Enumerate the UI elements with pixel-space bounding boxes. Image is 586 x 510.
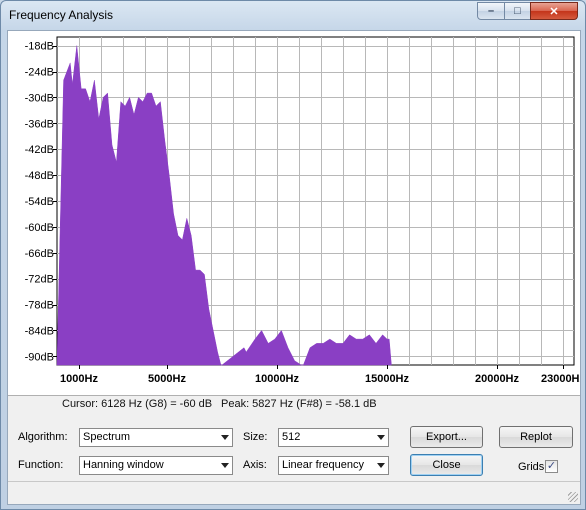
x-axis-tick-label: 5000Hz [148,373,186,385]
frequency-analysis-window: Frequency Analysis – □ ✕ -18dB -24dB -30dB… [0,0,586,510]
axis-label: Axis: [243,459,267,471]
title-bar[interactable]: Frequency Analysis – □ ✕ [1,1,585,31]
size-select[interactable]: 512 [278,428,389,447]
size-label: Size: [243,431,268,443]
function-label: Function: [18,459,64,471]
algorithm-select[interactable]: Spectrum [79,428,233,447]
window-title: Frequency Analysis [9,8,114,22]
y-axis-tick-label: -24dB [25,67,54,79]
axis-select[interactable]: Linear frequency [278,456,389,475]
y-axis-tick-label: -42dB [25,144,54,156]
close-button[interactable]: Close [410,454,483,476]
x-axis-tick-label: 20000Hz [475,373,520,385]
export-button[interactable]: Export... [410,426,483,448]
size-value: 512 [282,431,301,443]
maximize-button[interactable]: □ [504,2,531,20]
peak-readout: Peak: 5827 Hz (F#8) = -58.1 dB [221,398,377,410]
y-axis-tick-label: -78dB [25,300,54,312]
spectrum-plot[interactable]: -18dB -24dB -30dB -36dB -42dB -48dB -54dB -60dB… [8,31,580,395]
grids-checkbox[interactable]: ✓ [545,460,558,473]
minimize-icon: – [487,5,495,17]
function-value: Hanning window [83,459,164,471]
replot-button[interactable]: Replot [499,426,573,448]
algorithm-value: Spectrum [83,431,131,443]
y-axis-tick-label: -48dB [25,170,54,182]
grids-label: Grids [518,461,545,473]
resize-grip-icon[interactable] [568,492,578,502]
y-axis-tick-label: -36dB [25,118,54,130]
chevron-down-icon [221,463,229,468]
function-select[interactable]: Hanning window [79,456,233,475]
y-axis-tick-label: -84dB [25,325,54,337]
maximize-icon: □ [514,5,521,17]
y-axis-tick-label: -90dB [25,351,54,363]
cursor-readout: Cursor: 6128 Hz (G8) = -60 dB [62,398,213,410]
algorithm-label: Algorithm: [18,431,68,443]
axis-value: Linear frequency [282,459,364,471]
chevron-down-icon [221,435,229,440]
chevron-down-icon [377,463,385,468]
close-window-button[interactable]: ✕ [530,2,578,20]
checkmark-icon: ✓ [546,460,557,472]
y-axis-tick-label: -30dB [25,92,54,104]
minimize-button[interactable]: – [477,2,505,20]
chevron-down-icon [377,435,385,440]
y-axis-tick-label: -66dB [25,248,54,260]
x-axis-tick-label: 23000Hz [541,373,580,385]
y-axis-tick-label: -72dB [25,274,54,286]
spectrum-plot-panel[interactable]: -18dB -24dB -30dB -36dB -42dB -48dB -54dB -60dB… [8,31,580,396]
y-axis-tick-label: -60dB [25,222,54,234]
y-axis-tick-label: -54dB [25,196,54,208]
x-axis-tick-label: 1000Hz [60,373,98,385]
y-axis-tick-label: -18dB [25,41,54,53]
status-bar [8,481,580,504]
x-axis-tick-label: 10000Hz [255,373,300,385]
close-icon: ✕ [549,5,559,18]
dialog-client-area: -18dB -24dB -30dB -36dB -42dB -48dB -54dB -60dB… [7,30,581,505]
x-axis-tick-label: 15000Hz [365,373,410,385]
